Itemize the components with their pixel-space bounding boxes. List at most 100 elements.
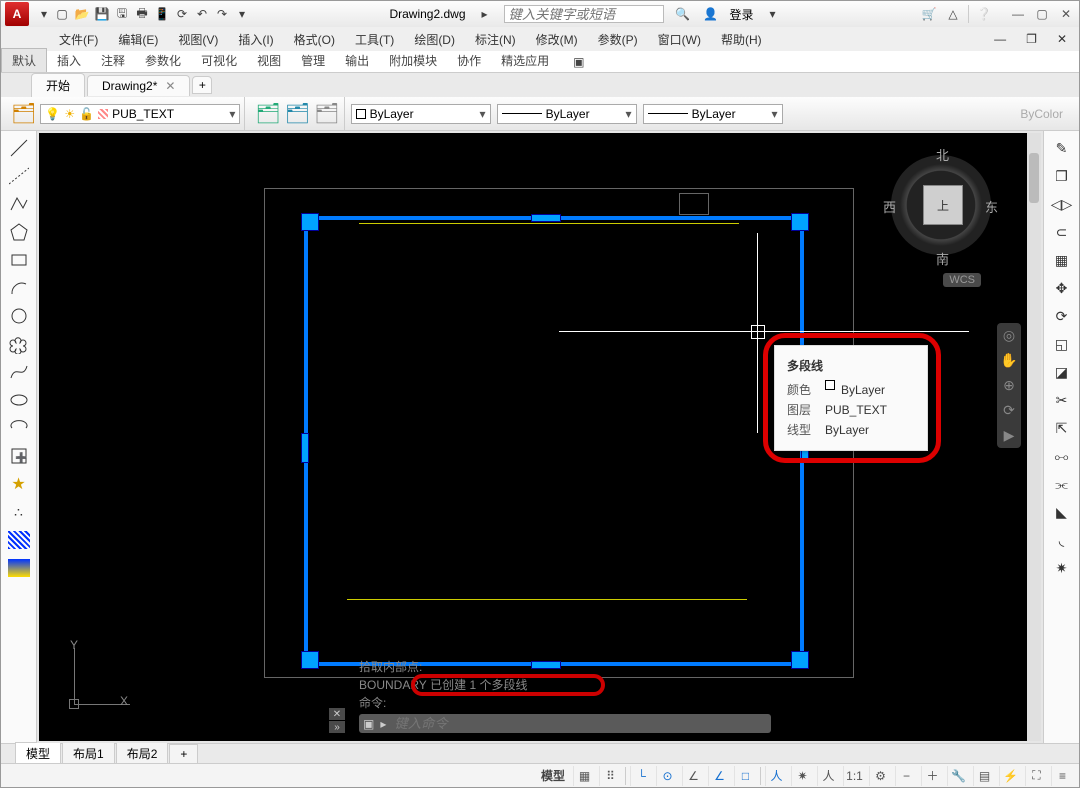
menu-format[interactable]: 格式(O) — [286, 29, 343, 50]
ribbon-tab-annotate[interactable]: 注释 — [91, 49, 135, 72]
ribbon-tab-insert[interactable]: 插入 — [47, 49, 91, 72]
viewcube[interactable]: 上 北 南 西 东 — [881, 145, 1001, 265]
arc-tool[interactable] — [5, 275, 33, 301]
saveas-icon[interactable]: 🖫 — [113, 5, 131, 23]
app-menu-arrow-icon[interactable]: ▾ — [35, 5, 53, 23]
transparency-toggle-icon[interactable]: ✷ — [791, 766, 813, 786]
menu-insert[interactable]: 插入(I) — [230, 29, 281, 50]
ribbon-tab-parametric[interactable]: 参数化 — [135, 49, 191, 72]
snap-toggle-icon[interactable]: ⠿ — [599, 766, 621, 786]
infocenter-icon[interactable]: 🔍 — [674, 5, 692, 23]
search-input[interactable] — [504, 5, 664, 23]
cmd-close-icon[interactable]: ✕ — [329, 708, 345, 720]
scrollbar-thumb[interactable] — [1029, 153, 1039, 203]
zoom-minus-icon[interactable]: − — [895, 766, 917, 786]
offset-tool[interactable]: ⊂ — [1048, 219, 1076, 245]
move-tool[interactable]: ✥ — [1048, 275, 1076, 301]
menu-dimension[interactable]: 标注(N) — [467, 29, 524, 50]
a360-icon[interactable]: △ — [944, 5, 962, 23]
zoom-extents-icon[interactable]: ⊕ — [1003, 377, 1015, 394]
make-block-tool[interactable]: ★ — [5, 471, 33, 497]
command-input[interactable] — [392, 715, 767, 732]
hatch-tool[interactable] — [5, 527, 33, 553]
drawing-viewport[interactable]: 上 北 南 西 东 WCS ◎ ✋ ⊕ ⟳ ▶ — [39, 133, 1041, 741]
fillet-tool[interactable]: ◟ — [1048, 527, 1076, 553]
polygon-tool[interactable] — [5, 219, 33, 245]
annotation-scale-label[interactable]: 1:1 — [843, 766, 865, 786]
status-menu-icon[interactable]: ≡ — [1051, 766, 1073, 786]
line-tool[interactable] — [5, 135, 33, 161]
explode-tool[interactable]: ✷ — [1048, 555, 1076, 581]
user-icon[interactable]: 👤 — [702, 5, 720, 23]
circle-tool[interactable] — [5, 303, 33, 329]
isolate-icon[interactable]: ▤ — [973, 766, 995, 786]
help-icon[interactable]: ❔ — [975, 5, 993, 23]
command-handle[interactable]: ✕ » — [329, 708, 345, 733]
rectangle-tool[interactable] — [5, 247, 33, 273]
stretch-tool[interactable]: ◪ — [1048, 359, 1076, 385]
layout-tab-model[interactable]: 模型 — [15, 742, 61, 765]
layout-tab-layout1[interactable]: 布局1 — [62, 742, 115, 765]
signin-label[interactable]: 登录 — [730, 6, 754, 23]
hardware-accel-icon[interactable]: ⚡ — [999, 766, 1021, 786]
mdi-minimize-icon[interactable]: — — [986, 30, 1014, 48]
menu-file[interactable]: 文件(F) — [51, 29, 106, 50]
array-tool[interactable]: ▦ — [1048, 247, 1076, 273]
rotate-tool[interactable]: ⟳ — [1048, 303, 1076, 329]
viewcube-east-label[interactable]: 东 — [985, 197, 998, 216]
cmd-arrow-icon[interactable]: ▸ — [380, 717, 386, 731]
revcloud-tool[interactable] — [5, 331, 33, 357]
insert-block-tool[interactable]: ➕ — [5, 443, 33, 469]
layer-state-icon[interactable]: 🗂 — [314, 101, 339, 126]
ribbon-tab-output[interactable]: 输出 — [335, 49, 379, 72]
qat-overflow-icon[interactable]: ▾ — [233, 5, 251, 23]
cmd-expand-icon[interactable]: » — [329, 721, 345, 733]
print-icon[interactable]: 🖶 — [133, 5, 151, 23]
otrack-toggle-icon[interactable]: □ — [734, 766, 756, 786]
viewcube-north-label[interactable]: 北 — [936, 145, 949, 164]
orbit-icon[interactable]: ⟳ — [1003, 402, 1015, 419]
polyline-tool[interactable] — [5, 191, 33, 217]
layer-prev-icon[interactable]: 🗂 — [285, 101, 310, 126]
save-icon[interactable]: 💾 — [93, 5, 111, 23]
ribbon-tab-default[interactable]: 默认 — [1, 48, 47, 72]
lineweight-combo[interactable]: ByLayer ▾ — [643, 104, 783, 124]
title-nav-icon[interactable]: ▸ — [476, 5, 494, 23]
menu-window[interactable]: 窗口(W) — [650, 29, 709, 50]
redo-icon[interactable]: ↷ — [213, 5, 231, 23]
menu-edit[interactable]: 编辑(E) — [110, 29, 166, 50]
grip-tl[interactable] — [301, 213, 319, 231]
osnap-toggle-icon[interactable]: ∠ — [708, 766, 730, 786]
color-combo[interactable]: ByLayer ▾ — [351, 104, 491, 124]
signin-arrow-icon[interactable]: ▾ — [764, 5, 782, 23]
maximize-button[interactable]: ▢ — [1033, 7, 1051, 21]
lineweight-toggle-icon[interactable]: 人 — [765, 766, 787, 786]
steering-wheel-icon[interactable]: ◎ — [1003, 327, 1015, 344]
ellipse-tool[interactable] — [5, 387, 33, 413]
grip-br[interactable] — [791, 651, 809, 669]
extend-tool[interactable]: ⇱ — [1048, 415, 1076, 441]
grid-toggle-icon[interactable]: ▦ — [573, 766, 595, 786]
tab-start[interactable]: 开始 — [31, 73, 85, 97]
customize-icon[interactable]: 🔧 — [947, 766, 969, 786]
ribbon-tab-collaborate[interactable]: 协作 — [447, 49, 491, 72]
cmd-terminal-icon[interactable]: ▣ — [363, 717, 374, 731]
gradient-tool[interactable] — [5, 555, 33, 581]
vertical-scrollbar[interactable] — [1027, 133, 1041, 741]
ortho-toggle-icon[interactable]: └ — [630, 766, 652, 786]
ribbon-tab-featured[interactable]: 精选应用 — [491, 49, 559, 72]
point-tool[interactable]: ∴ — [5, 499, 33, 525]
layer-iso-icon[interactable]: 🗂 — [255, 101, 280, 126]
tab-close-icon[interactable]: ✕ — [165, 79, 175, 93]
cycling-icon[interactable]: 人 — [817, 766, 839, 786]
mdi-restore-icon[interactable]: ❐ — [1018, 30, 1045, 48]
chamfer-tool[interactable]: ◣ — [1048, 499, 1076, 525]
app-logo-icon[interactable]: A — [5, 2, 29, 26]
ribbon-tab-expand-icon[interactable]: ▣ — [563, 52, 594, 72]
break-tool[interactable]: ⧟ — [1048, 443, 1076, 469]
trim-tool[interactable]: ✂ — [1048, 387, 1076, 413]
zoom-plus-icon[interactable]: ＋ — [921, 766, 943, 786]
copy-tool[interactable]: ❐ — [1048, 163, 1076, 189]
undo-icon[interactable]: ↶ — [193, 5, 211, 23]
grip-tr[interactable] — [791, 213, 809, 231]
